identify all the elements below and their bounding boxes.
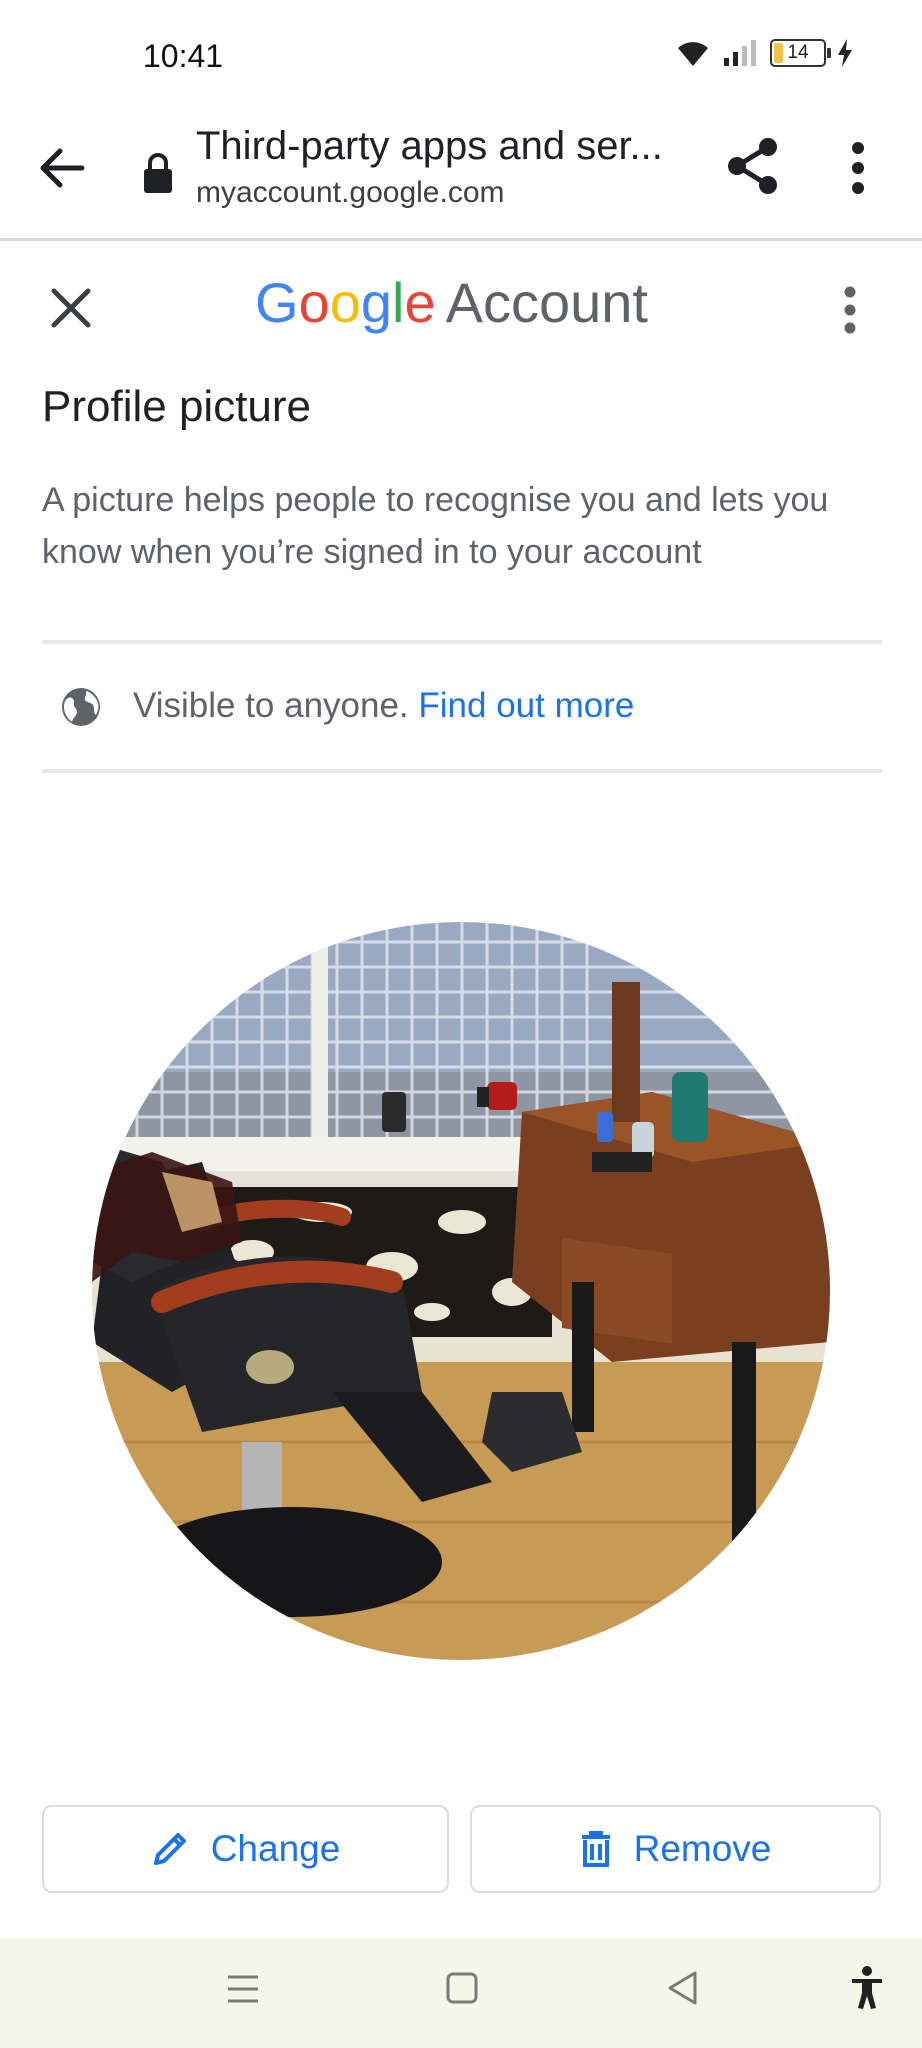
back-triangle-icon[interactable]: [666, 1970, 698, 2006]
lock-icon: [144, 153, 172, 193]
accessibility-icon[interactable]: [850, 1966, 884, 2010]
more-vert-icon[interactable]: [848, 140, 868, 196]
google-logo-letter: G: [255, 271, 299, 334]
remove-label: Remove: [633, 1828, 772, 1869]
menu-icon[interactable]: [226, 1974, 260, 2004]
share-icon[interactable]: [725, 136, 781, 196]
status-bar: 10:41 14: [0, 0, 922, 110]
profile-picture-image: [92, 922, 830, 1660]
visibility-row: Visible to anyone. Find out more: [133, 686, 634, 726]
signal-icon: [724, 40, 756, 66]
back-arrow-icon[interactable]: [36, 142, 88, 194]
url-domain[interactable]: myaccount.google.com: [196, 176, 505, 210]
wifi-icon: [678, 42, 708, 66]
home-icon[interactable]: [446, 1972, 478, 2004]
profile-picture[interactable]: [92, 922, 830, 1660]
battery-level: 14: [787, 42, 809, 63]
status-time: 10:41: [143, 38, 224, 74]
browser-toolbar: Third-party apps and ser... myaccount.go…: [0, 110, 922, 241]
change-label: Change: [210, 1828, 341, 1869]
account-wordmark: Account: [445, 271, 648, 334]
pencil-icon: [153, 1833, 186, 1865]
battery-icon: 14: [770, 39, 831, 67]
page-title-url[interactable]: Third-party apps and ser...: [196, 124, 663, 169]
google-logo-letter: o: [329, 271, 361, 334]
divider: [42, 640, 882, 644]
divider: [42, 769, 882, 773]
more-vert-icon[interactable]: [840, 285, 860, 335]
globe-icon: [62, 688, 100, 726]
google-logo-letter: l: [392, 271, 405, 334]
close-icon[interactable]: [50, 287, 92, 329]
google-logo-letter: g: [360, 271, 393, 334]
google-account-logo: Google Account: [255, 270, 648, 335]
google-wordmark: Google: [255, 271, 436, 334]
find-out-more-link[interactable]: Find out more: [418, 686, 634, 725]
visibility-text: Visible to anyone.: [133, 686, 409, 725]
change-button[interactable]: Change: [42, 1805, 449, 1893]
google-logo-letter: o: [298, 271, 330, 334]
page-heading: Profile picture: [42, 382, 312, 431]
page-description: A picture helps people to recognise you …: [42, 481, 829, 571]
google-logo-letter: e: [404, 271, 436, 334]
trash-icon: [581, 1831, 610, 1867]
status-icons: 14: [674, 38, 854, 68]
charging-bolt-icon: [838, 39, 852, 67]
remove-button[interactable]: Remove: [470, 1805, 881, 1893]
system-nav-bar: [0, 1938, 922, 2048]
